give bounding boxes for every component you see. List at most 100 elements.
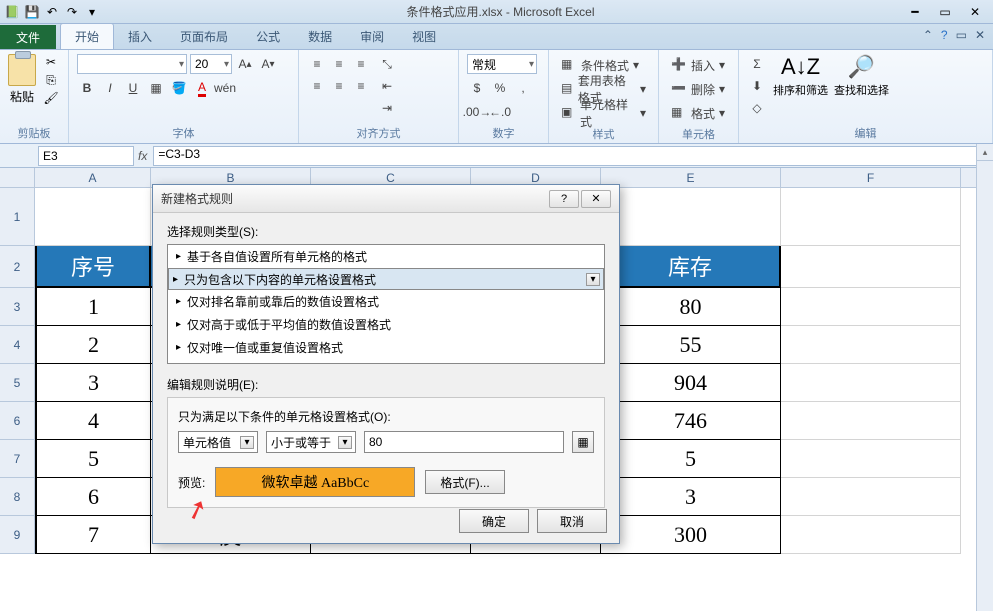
save-icon[interactable]: 💾 (24, 4, 40, 20)
paste-button[interactable]: 粘贴 (8, 54, 36, 105)
maximize-button[interactable]: ▭ (931, 4, 959, 20)
fx-icon[interactable]: fx (138, 149, 147, 163)
row-header-3[interactable]: 3 (0, 288, 35, 326)
currency-button[interactable]: $ (467, 78, 487, 98)
row-header-7[interactable]: 7 (0, 440, 35, 478)
cell-f6[interactable] (781, 402, 961, 440)
dialog-help-button[interactable]: ? (549, 190, 579, 208)
cell-e1[interactable] (601, 188, 781, 246)
row-header-8[interactable]: 8 (0, 478, 35, 516)
value-type-select[interactable]: 单元格值 (178, 431, 258, 453)
italic-button[interactable]: I (100, 78, 120, 98)
row-header-5[interactable]: 5 (0, 364, 35, 402)
cell-e9[interactable]: 300 (601, 516, 781, 554)
ribbon-minimize-icon[interactable]: ⌃ (923, 28, 933, 42)
grow-font-button[interactable]: A▴ (235, 54, 255, 74)
cell-a9[interactable]: 7 (35, 516, 151, 554)
tab-data[interactable]: 数据 (294, 24, 346, 49)
rule-item-0[interactable]: 基于各自值设置所有单元格的格式 (168, 245, 604, 268)
format-painter-icon[interactable]: 🖌 (42, 90, 60, 106)
number-format-combo[interactable]: 常规 (467, 54, 537, 74)
close-button[interactable]: ✕ (961, 4, 989, 20)
row-header-4[interactable]: 4 (0, 326, 35, 364)
orientation-button[interactable]: ⤡ (377, 54, 397, 74)
align-right-button[interactable]: ≡ (351, 76, 371, 96)
col-header-e[interactable]: E (601, 168, 781, 187)
rule-item-2[interactable]: 仅对排名靠前或靠后的数值设置格式 (168, 290, 604, 313)
select-all-corner[interactable] (0, 168, 35, 187)
cancel-button[interactable]: 取消 (537, 509, 607, 533)
fill-button[interactable]: ⬇ (747, 76, 767, 96)
tab-page-layout[interactable]: 页面布局 (166, 24, 242, 49)
sort-filter-button[interactable]: A↓Z 排序和筛选 (773, 54, 828, 98)
redo-icon[interactable]: ↷ (64, 4, 80, 20)
qat-dropdown-icon[interactable]: ▾ (84, 4, 100, 20)
rule-item-5[interactable]: 使用公式确定要设置格式的单元格 (168, 359, 604, 364)
mdi-restore-icon[interactable]: ▭ (956, 28, 967, 42)
cell-a6[interactable]: 4 (35, 402, 151, 440)
align-bottom-button[interactable]: ≡ (351, 54, 371, 74)
cell-a1[interactable] (35, 188, 151, 246)
font-family-combo[interactable] (77, 54, 187, 74)
threshold-input[interactable] (364, 431, 564, 453)
cell-a4[interactable]: 2 (35, 326, 151, 364)
dialog-close-button[interactable]: ✕ (581, 190, 611, 208)
operator-select[interactable]: 小于或等于 (266, 431, 356, 453)
align-top-button[interactable]: ≡ (307, 54, 327, 74)
row-header-9[interactable]: 9 (0, 516, 35, 554)
row-header-6[interactable]: 6 (0, 402, 35, 440)
rule-item-4[interactable]: 仅对唯一值或重复值设置格式 (168, 336, 604, 359)
shrink-font-button[interactable]: A▾ (258, 54, 278, 74)
cell-e7[interactable]: 5 (601, 440, 781, 478)
copy-icon[interactable]: ⎘ (42, 72, 60, 88)
delete-cells-button[interactable]: ➖删除▾ (667, 78, 729, 100)
clear-button[interactable]: ◇ (747, 98, 767, 118)
tab-home[interactable]: 开始 (60, 23, 114, 49)
rule-item-1[interactable]: 只为包含以下内容的单元格设置格式 (168, 268, 604, 290)
cell-a2[interactable]: 序号 (35, 246, 151, 288)
name-box[interactable]: E3 (38, 146, 134, 166)
cell-f3[interactable] (781, 288, 961, 326)
align-middle-button[interactable]: ≡ (329, 54, 349, 74)
cell-e3[interactable]: 80 (601, 288, 781, 326)
cell-f4[interactable] (781, 326, 961, 364)
row-header-2[interactable]: 2 (0, 246, 35, 288)
cell-f1[interactable] (781, 188, 961, 246)
dialog-titlebar[interactable]: 新建格式规则 ? ✕ (153, 185, 619, 213)
fill-color-button[interactable]: 🪣 (169, 78, 189, 98)
cut-icon[interactable]: ✂ (42, 54, 60, 70)
tab-review[interactable]: 审阅 (346, 24, 398, 49)
cell-f7[interactable] (781, 440, 961, 478)
cell-a5[interactable]: 3 (35, 364, 151, 402)
cell-e4[interactable]: 55 (601, 326, 781, 364)
tab-view[interactable]: 视图 (398, 24, 450, 49)
cell-e5[interactable]: 904 (601, 364, 781, 402)
cell-a3[interactable]: 1 (35, 288, 151, 326)
align-left-button[interactable]: ≡ (307, 76, 327, 96)
cell-style-button[interactable]: ▣单元格样式▾ (557, 102, 650, 124)
minimize-button[interactable]: ━ (901, 4, 929, 20)
underline-button[interactable]: U (123, 78, 143, 98)
decrease-indent-button[interactable]: ⇤ (377, 76, 397, 96)
format-cells-button[interactable]: ▦格式▾ (667, 102, 729, 124)
increase-indent-button[interactable]: ⇥ (377, 98, 397, 118)
find-select-button[interactable]: 🔎 查找和选择 (834, 54, 889, 98)
border-button[interactable]: ▦ (146, 78, 166, 98)
row-header-1[interactable]: 1 (0, 188, 35, 246)
decrease-decimal-button[interactable]: ←.0 (490, 102, 510, 122)
mdi-close-icon[interactable]: ✕ (975, 28, 985, 42)
cell-f8[interactable] (781, 478, 961, 516)
font-color-button[interactable]: A (192, 78, 212, 98)
cell-e8[interactable]: 3 (601, 478, 781, 516)
phonetic-button[interactable]: wén (215, 78, 235, 98)
format-button[interactable]: 格式(F)... (425, 470, 504, 494)
rule-item-3[interactable]: 仅对高于或低于平均值的数值设置格式 (168, 313, 604, 336)
col-header-a[interactable]: A (35, 168, 151, 187)
col-header-f[interactable]: F (781, 168, 961, 187)
align-center-button[interactable]: ≡ (329, 76, 349, 96)
comma-button[interactable]: , (513, 78, 533, 98)
scroll-up-icon[interactable]: ▴ (977, 144, 993, 161)
insert-cells-button[interactable]: ➕插入▾ (667, 54, 729, 76)
tab-insert[interactable]: 插入 (114, 24, 166, 49)
cell-f2[interactable] (781, 246, 961, 288)
